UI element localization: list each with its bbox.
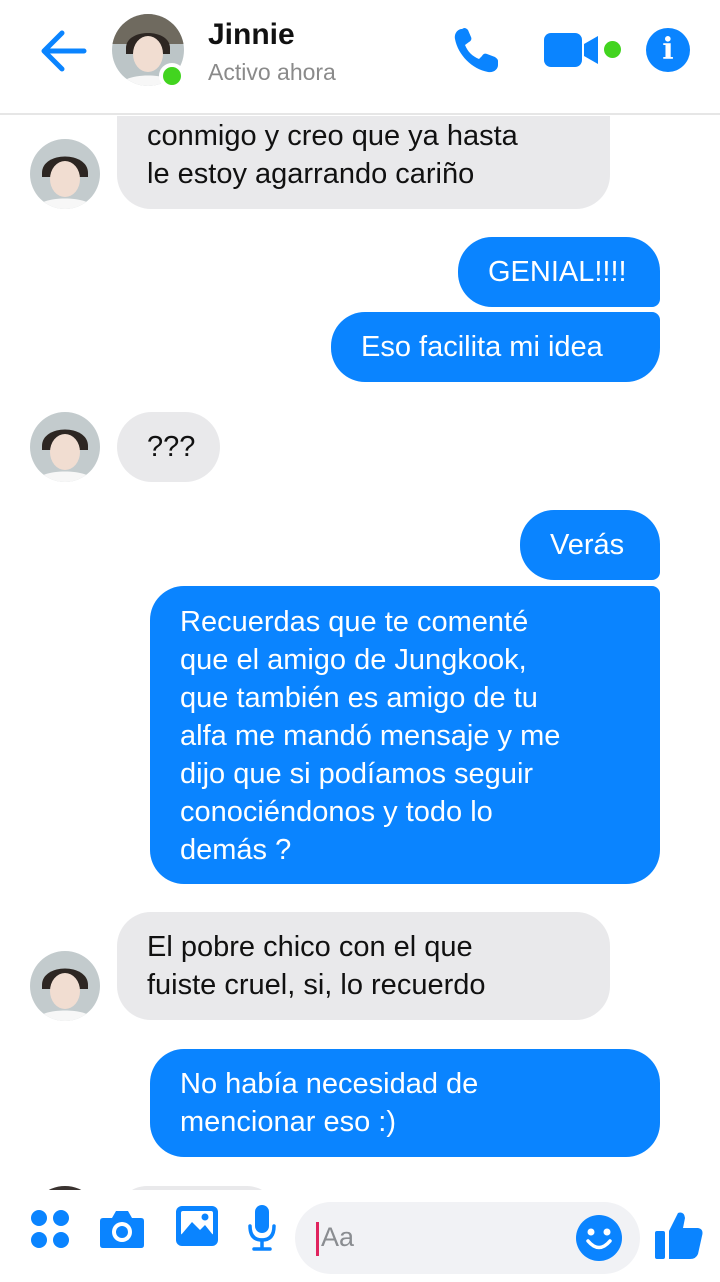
video-active-indicator (604, 41, 621, 58)
message-line: GENIAL!!!! (488, 256, 627, 288)
apps-grid-icon[interactable] (30, 1209, 70, 1249)
composer-bar: Aa (0, 1190, 720, 1282)
outgoing-message[interactable]: Eso facilita mi idea (331, 312, 660, 382)
contact-status: Activo ahora (208, 59, 336, 85)
thumbs-up-icon[interactable] (654, 1209, 704, 1261)
microphone-icon[interactable] (247, 1204, 277, 1252)
camera-icon[interactable] (99, 1206, 145, 1250)
chat-header: Jinnie Activo ahora i (0, 0, 720, 115)
outgoing-message[interactable]: Recuerdas que te comenté que el amigo de… (150, 586, 660, 884)
message-line: que también es amigo de tu (180, 682, 538, 714)
message-line: alfa me mandó mensaje y me (180, 720, 561, 752)
outgoing-message[interactable]: Verás (520, 510, 660, 580)
message-line: que el amigo de Jungkook, (180, 644, 527, 676)
message-list[interactable]: conmigo y creo que ya hasta le estoy aga… (0, 116, 720, 1190)
input-placeholder: Aa (321, 1222, 355, 1252)
contact-name[interactable]: Jinnie (208, 18, 295, 52)
message-input[interactable]: Aa (295, 1202, 640, 1274)
emoji-icon[interactable] (575, 1214, 623, 1262)
sender-avatar[interactable] (30, 412, 100, 482)
message-line: conmigo y creo que ya hasta (147, 120, 518, 152)
phone-icon[interactable] (450, 25, 502, 77)
outgoing-message[interactable]: No había necesidad de mencionar eso :) (150, 1049, 660, 1157)
outgoing-message[interactable]: GENIAL!!!! (458, 237, 660, 307)
message-line: Verás (550, 529, 625, 561)
message-line: dijo que si podíamos seguir (180, 758, 534, 790)
sender-avatar[interactable] (30, 951, 100, 1021)
text-cursor (316, 1222, 319, 1256)
message-line: fuiste cruel, si, lo recuerdo (147, 969, 486, 1001)
message-line: Recuerdas que te comenté (180, 606, 529, 638)
back-arrow-icon[interactable] (38, 28, 88, 74)
gallery-icon[interactable] (175, 1205, 219, 1247)
incoming-message[interactable]: ??? (117, 412, 220, 482)
info-icon[interactable]: i (646, 28, 690, 72)
message-line: conociéndonos y todo lo (180, 796, 493, 828)
message-line: El pobre chico con el que (147, 931, 473, 963)
incoming-message[interactable]: conmigo y creo que ya hasta le estoy aga… (117, 116, 610, 209)
message-line: Eso facilita mi idea (361, 331, 603, 363)
message-line: demás ? (180, 834, 292, 866)
message-line: No había necesidad de (180, 1068, 479, 1100)
message-line: le estoy agarrando cariño (147, 158, 475, 190)
sender-avatar[interactable] (30, 139, 100, 209)
video-camera-icon[interactable] (544, 30, 600, 70)
message-line: mencionar eso :) (180, 1106, 396, 1138)
message-line: ??? (147, 431, 196, 463)
incoming-message[interactable]: El pobre chico con el que fuiste cruel, … (117, 912, 610, 1020)
online-indicator (159, 63, 185, 89)
